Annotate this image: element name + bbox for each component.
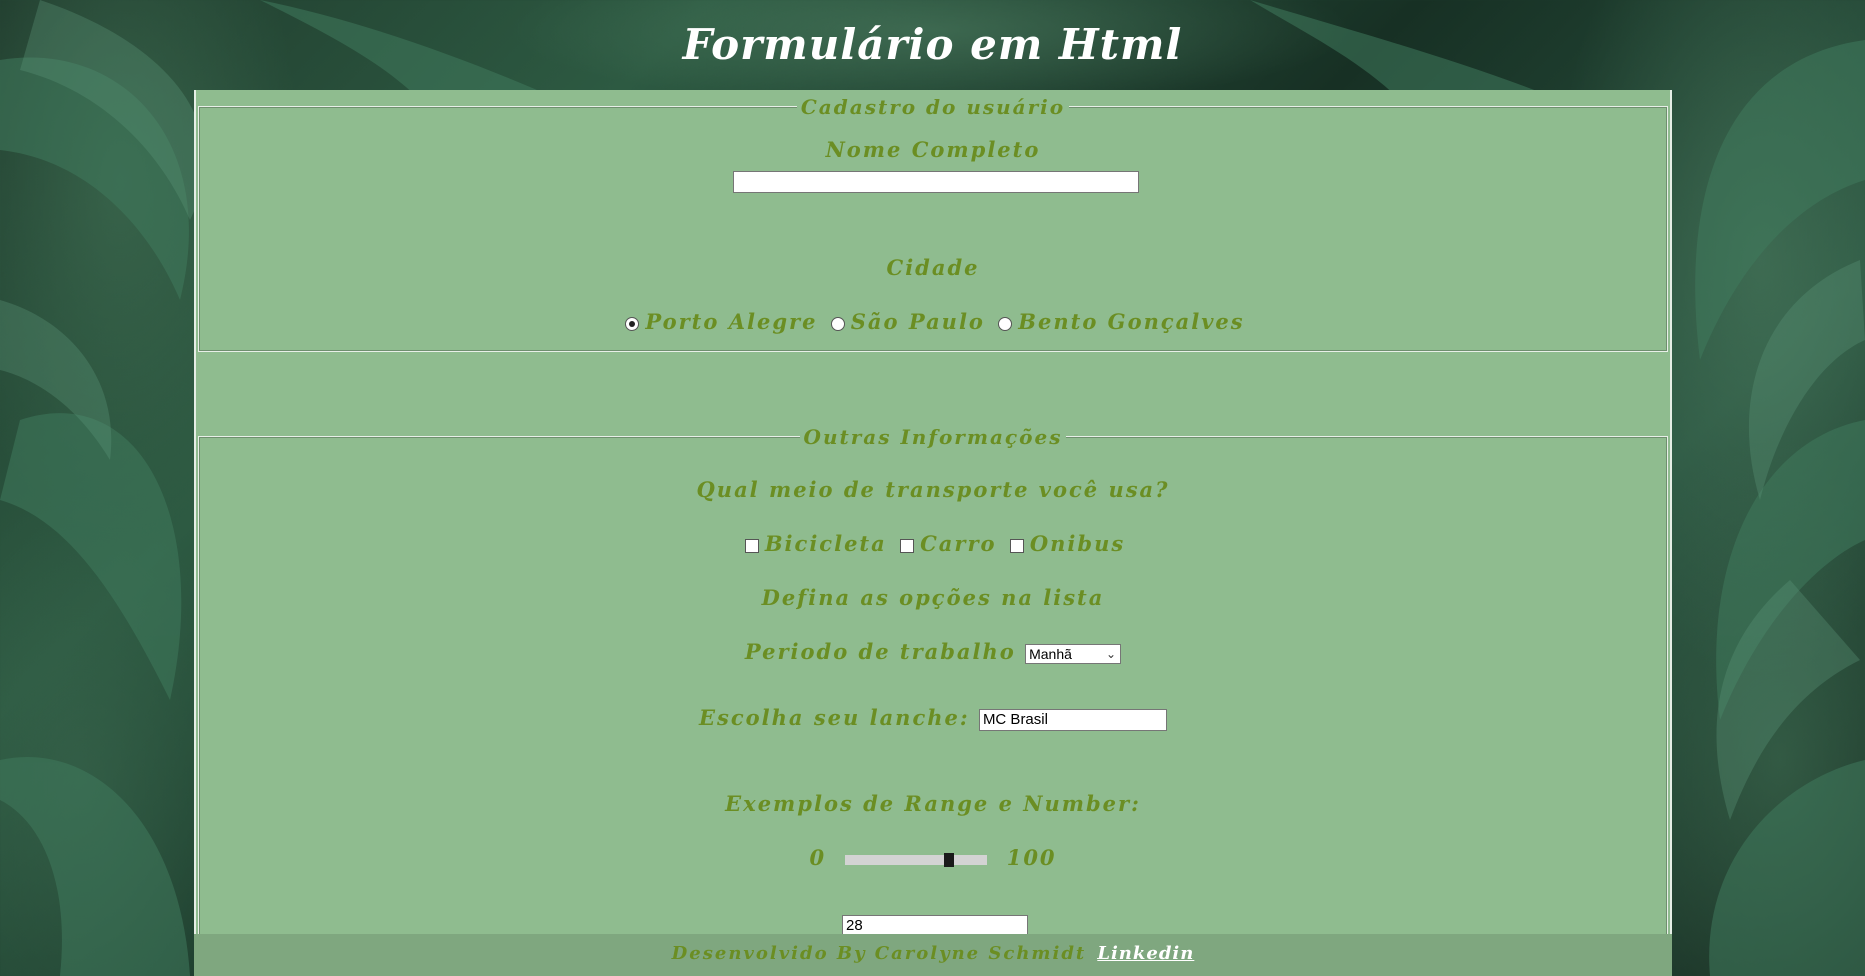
range-row: 0 100 [199, 845, 1667, 870]
range-slider-thumb[interactable] [944, 852, 955, 867]
city-radio-sao-paulo[interactable] [830, 316, 845, 331]
snack-row: Escolha seu lanche: MC Brasil [199, 705, 1667, 731]
city-radio-bento-goncalves[interactable] [998, 316, 1013, 331]
snack-label: Escolha seu lanche: [699, 705, 970, 730]
other-info-fieldset: Outras Informações Qual meio de transpor… [198, 425, 1668, 976]
footer-credit-text: Desenvolvido By Carolyne Schmidt [671, 943, 1087, 964]
transport-checkbox-bicicleta[interactable] [744, 538, 759, 553]
work-period-select[interactable]: Manhã ⌄ [1025, 643, 1122, 664]
city-option-sao-paulo[interactable]: São Paulo [827, 309, 995, 334]
full-name-label: Nome Completo [825, 137, 1041, 162]
transport-option-onibus[interactable]: Onibus [1006, 531, 1125, 556]
transport-checkbox-carro[interactable] [900, 538, 915, 553]
user-registration-fieldset: Cadastro do usuário Nome Completo Cidade… [198, 95, 1668, 352]
snack-input[interactable]: MC Brasil [978, 708, 1167, 731]
footer: Desenvolvido By Carolyne Schmidt Linkedi… [194, 934, 1672, 976]
range-max-label: 100 [1006, 845, 1057, 870]
form-panel: Cadastro do usuário Nome Completo Cidade… [194, 90, 1672, 976]
transport-option-bicicleta[interactable]: Bicicleta [741, 531, 896, 556]
transport-question: Qual meio de transporte você usa? [696, 477, 1170, 502]
other-info-legend: Outras Informações [199, 423, 1667, 453]
chevron-down-icon: ⌄ [1106, 646, 1117, 661]
work-period-label: Periodo de trabalho [744, 639, 1016, 664]
linkedin-link[interactable]: Linkedin [1097, 943, 1194, 964]
work-period-row: Periodo de trabalho Manhã ⌄ [199, 639, 1667, 664]
city-option-porto-alegre[interactable]: Porto Alegre [621, 309, 826, 334]
transport-checkbox-group: Bicicleta Carro Onibus [199, 531, 1667, 556]
city-radio-porto-alegre[interactable] [625, 316, 640, 331]
range-slider[interactable] [845, 852, 988, 867]
city-option-bento-goncalves[interactable]: Bento Gonçalves [994, 309, 1244, 334]
transport-option-carro[interactable]: Carro [896, 531, 1006, 556]
city-radio-group: Porto Alegre São Paulo Bento Gonçalves [199, 309, 1667, 334]
user-registration-legend: Cadastro do usuário [199, 93, 1667, 123]
transport-checkbox-onibus[interactable] [1009, 538, 1024, 553]
full-name-input[interactable] [733, 171, 1139, 193]
list-options-heading: Defina as opções na lista [761, 585, 1105, 610]
work-period-selected-value: Manhã [1029, 645, 1072, 662]
range-number-heading: Exemplos de Range e Number: [725, 791, 1141, 816]
page-title: Formulário em Html [682, 20, 1183, 69]
range-min-label: 0 [809, 845, 827, 870]
city-label: Cidade [886, 255, 980, 280]
